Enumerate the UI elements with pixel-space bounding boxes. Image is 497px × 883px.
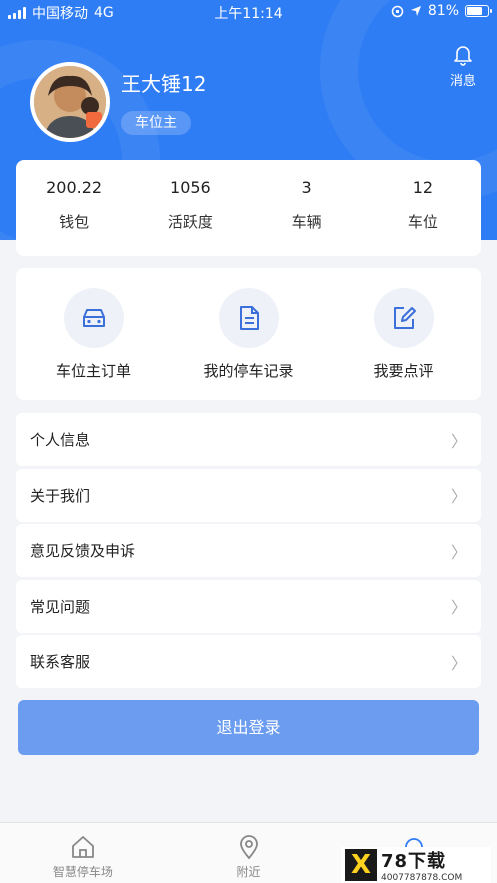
write-review-button[interactable]: 我要点评 [326, 268, 481, 400]
owner-orders-button[interactable]: 车位主订单 [16, 268, 171, 400]
edit-icon [393, 307, 416, 329]
stat-label: 活跃度 [167, 213, 213, 231]
role-badge: 车位主 [121, 111, 191, 135]
stat-label: 钱包 [59, 213, 90, 231]
menu-item-contact-support[interactable]: 联系客服 〉 [16, 635, 481, 688]
tab-smart-parking[interactable]: 智慧停车场 [0, 823, 166, 883]
menu-item-label: 关于我们 [30, 486, 91, 505]
tab-label: 附近 [236, 865, 261, 879]
stat-value: 12 [412, 178, 434, 197]
status-bar: 中国移动 4G 上午11:14 81% [0, 0, 497, 24]
watermark-site: 4007787878.COM [381, 873, 463, 883]
username: 王大锤12 [121, 72, 207, 96]
settings-menu: 个人信息 〉 关于我们 〉 意见反馈及申诉 〉 常见问题 〉 联系客服 〉 [16, 413, 481, 691]
location-arrow-icon [410, 6, 421, 16]
menu-item-faq[interactable]: 常见问题 〉 [16, 579, 481, 633]
actions-card: 车位主订单 我的停车记录 我要点评 [16, 268, 481, 400]
stat-activity[interactable]: 1056 活跃度 [132, 160, 248, 256]
chevron-right-icon: 〉 [450, 542, 467, 562]
stat-value: 1056 [170, 178, 211, 197]
chevron-right-icon: 〉 [450, 487, 467, 506]
tab-label: 智慧停车场 [52, 865, 113, 879]
stat-value: 3 [301, 178, 312, 197]
watermark-brand: 78下载 [381, 851, 447, 872]
battery-percent: 81% [427, 3, 459, 19]
message-label: 消息 [449, 74, 476, 89]
chevron-right-icon: 〉 [450, 431, 467, 451]
stat-value: 200.22 [46, 178, 103, 197]
car-icon [82, 309, 105, 327]
watermark-logo: X 78下载 4007787878.COM [341, 847, 491, 883]
action-label: 我的停车记录 [203, 362, 294, 380]
menu-item-label: 个人信息 [30, 431, 91, 449]
menu-item-feedback[interactable]: 意见反馈及申诉 〉 [16, 524, 481, 577]
tab-nearby[interactable]: 附近 [166, 823, 332, 883]
stat-wallet[interactable]: 200.22 钱包 [16, 160, 132, 256]
avatar-badge [86, 112, 102, 128]
chevron-right-icon: 〉 [450, 598, 467, 617]
stat-vehicles[interactable]: 3 车辆 [249, 160, 365, 256]
stat-label: 车辆 [291, 213, 322, 231]
action-label: 车位主订单 [55, 362, 131, 380]
document-icon [239, 306, 259, 330]
stats-card: 200.22 钱包 1056 活跃度 3 车辆 12 车位 [16, 160, 481, 256]
watermark-x-icon: X [345, 849, 377, 881]
menu-item-label: 意见反馈及申诉 [30, 542, 136, 560]
message-button[interactable]: 消息 [445, 42, 481, 89]
menu-item-personal-info[interactable]: 个人信息 〉 [16, 413, 481, 466]
menu-item-about-us[interactable]: 关于我们 〉 [16, 468, 481, 522]
stat-label: 车位 [407, 213, 438, 231]
orientation-lock-icon [391, 5, 404, 17]
menu-item-label: 常见问题 [30, 597, 91, 616]
parking-records-button[interactable]: 我的停车记录 [171, 268, 326, 400]
home-icon [71, 836, 94, 858]
logout-button[interactable]: 退出登录 [18, 700, 479, 755]
location-pin-icon [239, 835, 258, 860]
menu-item-label: 联系客服 [30, 653, 91, 671]
chevron-right-icon: 〉 [450, 653, 467, 673]
bell-icon [454, 46, 472, 66]
action-label: 我要点评 [373, 362, 434, 380]
stat-parking-spaces[interactable]: 12 车位 [365, 160, 481, 256]
avatar[interactable] [30, 62, 110, 142]
battery-icon [465, 5, 492, 17]
